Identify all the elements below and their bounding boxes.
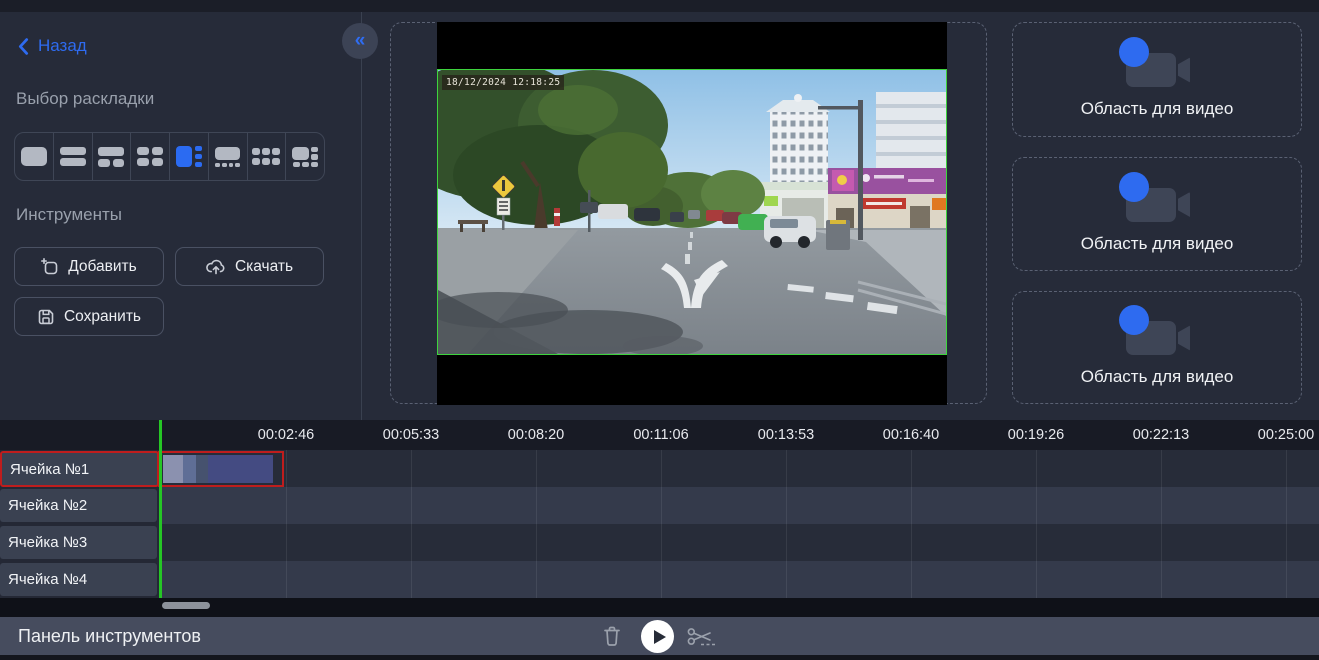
layout-option-grid-2x2[interactable] [131, 133, 170, 180]
layout-glyph [215, 147, 240, 167]
save-floppy-icon [37, 308, 55, 326]
timeline-tick: 00:05:33 [383, 427, 439, 443]
timeline-row-label-3[interactable]: Ячейка №3 [0, 526, 157, 559]
add-button-label: Добавить [68, 258, 137, 276]
timeline-gridline [1036, 450, 1037, 598]
download-button[interactable]: Скачать [175, 247, 324, 286]
video-timestamp-overlay: 18/12/2024 12:18:25 [442, 75, 564, 90]
clip-segment[interactable] [208, 455, 273, 483]
clip-group[interactable] [163, 455, 273, 483]
timeline-tick: 00:25:00 [1258, 427, 1314, 443]
timeline-track-2[interactable] [160, 487, 1319, 524]
clip-segment[interactable] [163, 455, 183, 483]
playhead[interactable] [159, 420, 162, 598]
timeline-tick: 00:02:46 [258, 427, 314, 443]
back-label: Назад [38, 36, 87, 56]
layout-glyph [60, 147, 86, 166]
sidebar-divider [361, 12, 362, 420]
camera-blue-dot [1119, 37, 1149, 67]
bottom-toolbar-title: Панель инструментов [18, 626, 201, 647]
camera-blue-dot [1119, 305, 1149, 335]
timeline-ruler[interactable]: 00:02:46 00:05:33 00:08:20 00:11:06 00:13:53… [0, 420, 1319, 450]
layout-glyph [21, 147, 47, 166]
video-camera-icon [1124, 175, 1190, 227]
layout-option-single[interactable] [15, 133, 54, 180]
timeline-tick: 00:08:20 [508, 427, 564, 443]
add-button[interactable]: Добавить [14, 247, 164, 286]
timeline-track-1[interactable] [160, 450, 1319, 487]
timeline-track-3[interactable] [160, 524, 1319, 561]
timeline-track-4[interactable] [160, 561, 1319, 598]
timeline-gridline [786, 450, 787, 598]
timeline-gridline [661, 450, 662, 598]
video-slot-1[interactable]: Область для видео [1012, 22, 1302, 137]
timeline-scrollbar[interactable] [0, 598, 1319, 617]
back-button[interactable]: Назад [18, 36, 87, 56]
video-frame[interactable]: 18/12/2024 12:18:25 [437, 69, 947, 355]
clip-segment[interactable] [196, 455, 208, 483]
chevron-left-icon [18, 38, 29, 55]
timeline-tick: 00:11:06 [633, 427, 688, 443]
timeline-gridline [1286, 450, 1287, 598]
layout-option-one-left-three-right[interactable] [170, 133, 209, 180]
layout-option-two-rows[interactable] [54, 133, 93, 180]
clip-segment[interactable] [183, 455, 196, 483]
timeline-tick: 00:16:40 [883, 427, 939, 443]
layout-option-grid-3x2[interactable] [248, 133, 287, 180]
collapse-sidebar-button[interactable]: « [342, 23, 378, 59]
save-button-label: Сохранить [64, 308, 141, 326]
timeline-gridline [286, 450, 287, 598]
add-frame-icon [41, 258, 59, 276]
layout-picker [14, 132, 325, 181]
layout-glyph [98, 147, 124, 167]
video-slot-3[interactable]: Область для видео [1012, 291, 1302, 404]
layout-glyph [137, 147, 163, 166]
play-icon [654, 630, 666, 644]
camera-blue-dot [1119, 172, 1149, 202]
layout-glyph [292, 147, 318, 167]
main-video-area[interactable]: 18/12/2024 12:18:25 [390, 22, 987, 404]
top-strip [0, 0, 1319, 12]
timeline-row-label-2[interactable]: Ячейка №2 [0, 489, 157, 522]
video-slot-2[interactable]: Область для видео [1012, 157, 1302, 271]
layout-option-one-top-four-bottom[interactable] [209, 133, 248, 180]
timeline-tick: 00:19:26 [1008, 427, 1064, 443]
timeline-row-label-4[interactable]: Ячейка №4 [0, 563, 157, 596]
tools-section-title: Инструменты [16, 205, 122, 225]
layout-option-one-top-two-bottom[interactable] [93, 133, 132, 180]
timeline-gridline [911, 450, 912, 598]
video-slot-label: Область для видео [1081, 99, 1234, 119]
video-slot-label: Область для видео [1081, 367, 1234, 387]
download-button-label: Скачать [235, 258, 293, 276]
video-slot-label: Область для видео [1081, 234, 1234, 254]
cut-icon[interactable] [687, 627, 717, 647]
video-letterbox: 18/12/2024 12:18:25 [437, 22, 947, 405]
timeline-tick: 00:22:13 [1133, 427, 1189, 443]
timeline-row-label-1[interactable]: Ячейка №1 [0, 451, 159, 487]
double-chevron-left-icon: « [355, 31, 366, 50]
timeline-gridline [411, 450, 412, 598]
play-button[interactable] [641, 620, 674, 653]
video-camera-icon [1124, 40, 1190, 92]
bottom-strip [0, 655, 1319, 660]
layout-glyph [176, 146, 202, 168]
delete-icon[interactable] [602, 625, 622, 647]
layout-option-one-big-two-right-three-bottom[interactable] [286, 133, 324, 180]
timeline-body[interactable]: Ячейка №1 Ячейка №2 Ячейка №3 Ячейка №4 [0, 450, 1319, 598]
timeline-gridline [1161, 450, 1162, 598]
timeline-scrollbar-thumb[interactable] [162, 602, 210, 609]
layout-glyph [252, 148, 280, 166]
video-camera-icon [1124, 308, 1190, 360]
save-button[interactable]: Сохранить [14, 297, 164, 336]
street-scene-video [438, 70, 946, 354]
layout-section-title: Выбор раскладки [16, 89, 154, 109]
timeline-tick: 00:13:53 [758, 427, 814, 443]
cloud-upload-icon [206, 258, 226, 275]
timeline-gridline [536, 450, 537, 598]
